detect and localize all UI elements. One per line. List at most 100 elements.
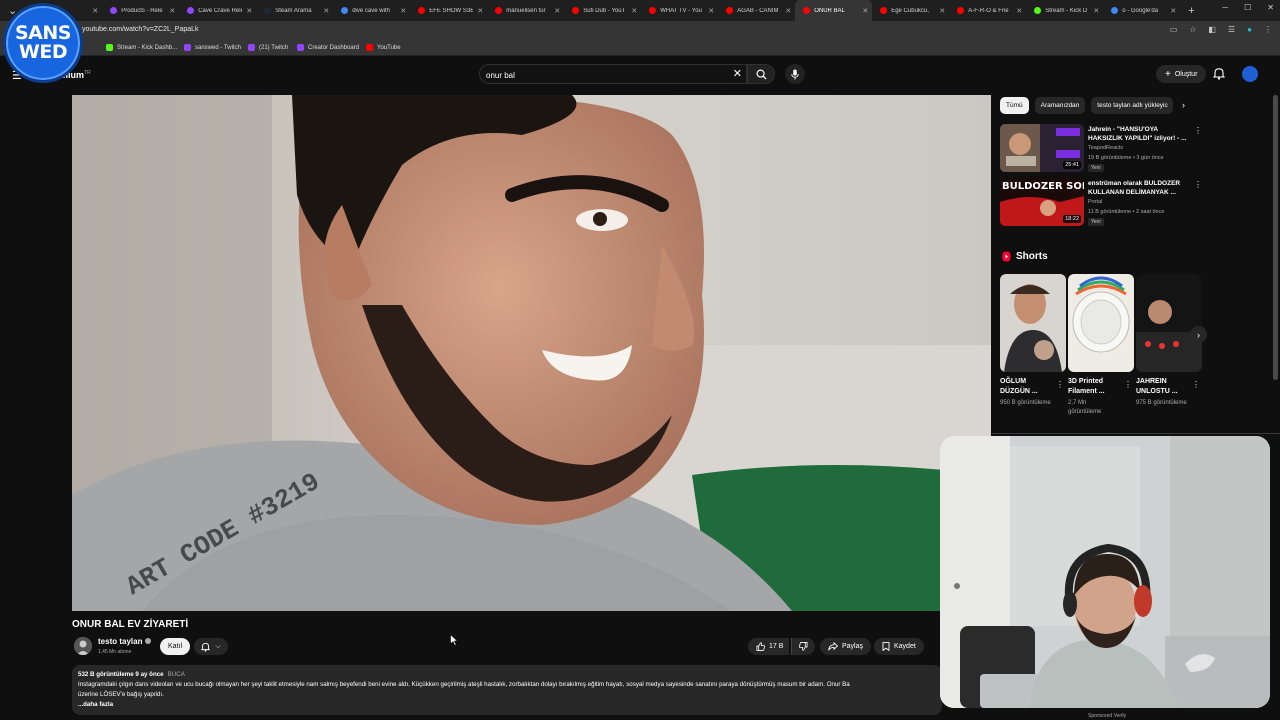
browser-tab[interactable]: EFE SHOW S3E ✕ [410,0,487,21]
clear-search-icon[interactable]: ✕ [733,68,742,80]
browser-tab[interactable]: Cave Crave Rele ✕ [179,0,256,21]
short-item[interactable]: OĞLUM DÜZGÜN ... 950 B görüntüleme ⋮ [1000,274,1066,408]
close-tab-icon[interactable]: ✕ [554,7,560,15]
short-title[interactable]: JAHREIN UNLOSTU ... [1136,377,1188,397]
bookmark-item[interactable]: sanswed - Twitch [184,44,241,51]
close-tab-icon[interactable]: ✕ [1093,7,1099,15]
plus-icon: + [1165,68,1171,80]
close-tab-icon[interactable]: ✕ [323,7,329,15]
close-window-icon[interactable]: ✕ [1267,3,1274,12]
minimize-icon[interactable]: ─ [1222,3,1228,12]
page-scrollbar[interactable] [1273,95,1278,380]
recommended-video[interactable]: BULDOZER SOLO 18:22 enstrüman olarak BUL… [1000,178,1202,228]
new-tab-button[interactable]: + [1180,5,1202,17]
dislike-button[interactable] [791,638,815,655]
short-thumbnail[interactable] [1068,274,1134,372]
video-player[interactable]: ART CODE #3219 [72,95,991,611]
more-actions-icon[interactable]: ⋮ [1194,180,1202,189]
close-tab-icon[interactable]: ✕ [631,7,637,15]
channel-name[interactable]: testo taylan [98,637,152,646]
browser-tab[interactable]: Ege Cubukcu, ✕ [872,0,949,21]
maximize-icon[interactable]: ☐ [1244,3,1251,12]
show-more-link[interactable]: ...daha fazla [78,700,936,710]
more-actions-icon[interactable]: ⋮ [1192,380,1200,389]
chip-from-search[interactable]: Aramanızdan [1034,97,1086,114]
profile-icon[interactable]: ● [1247,25,1252,34]
close-tab-icon[interactable]: ✕ [400,7,406,15]
recommended-channel[interactable]: Portal [1088,199,1102,205]
short-thumbnail[interactable] [1000,274,1066,372]
recommended-title[interactable]: Jahrein - "HANSU'OYA HAKSIZLIK YAPILDI" … [1088,125,1190,143]
browser-tab[interactable]: o - Google'da ✕ [1103,0,1180,21]
account-avatar[interactable] [1242,66,1258,82]
close-tab-icon[interactable]: ✕ [1016,7,1022,15]
search-input[interactable] [480,66,710,85]
bookmark-item[interactable]: YouTube [366,44,401,51]
voice-search-button[interactable] [785,64,805,84]
browser-tab[interactable]: A-F-R-O & Frie ✕ [949,0,1026,21]
close-tab-icon[interactable]: ✕ [246,7,252,15]
sidebar-icon[interactable]: ☰ [1228,25,1235,34]
shorts-next-chevron-icon[interactable]: › [1190,326,1207,343]
description-box[interactable]: 532 B görüntüleme 9 ay önce BUCA Instagra… [72,665,942,715]
close-tab-icon[interactable]: ✕ [1170,7,1176,15]
chip-uploader[interactable]: testo taylan adlı yükleyic [1091,97,1174,114]
close-tab-icon[interactable]: ✕ [785,7,791,15]
close-tab-icon[interactable]: ✕ [708,7,714,15]
close-tab-icon[interactable]: ✕ [862,7,868,15]
bookmark-item[interactable]: (21) Twitch [248,44,288,51]
chip-all[interactable]: Tümü [1000,97,1029,114]
short-thumbnail-image [1068,274,1134,372]
short-item[interactable]: 3D Printed Filament ... 2,7 Mn görüntüle… [1068,274,1134,417]
close-tab-icon[interactable]: ✕ [477,7,483,15]
shorts-section-title: Shorts [1002,251,1048,262]
search-icon [756,69,767,80]
bookmark-label: sanswed - Twitch [195,44,241,51]
cast-icon[interactable]: ▭ [1170,25,1178,34]
video-thumbnail[interactable]: BULDOZER SOLO 18:22 [1000,178,1084,226]
extensions-icon[interactable]: ◧ [1208,25,1216,34]
bookmark-item[interactable]: Creator Dashboard [297,44,359,51]
create-button[interactable]: + Oluştur [1156,65,1207,83]
tab-favicon-icon [187,7,195,14]
subscribed-notifications-button[interactable]: ⌵ [194,638,228,655]
browser-tab[interactable]: Products - Rele ✕ [102,0,179,21]
browser-tab[interactable]: Sufi Dub - YouT ✕ [564,0,641,21]
more-actions-icon[interactable]: ⋮ [1194,126,1202,135]
video-thumbnail[interactable]: 25:41 [1000,124,1084,172]
recommended-channel[interactable]: TeapodReacts [1088,145,1123,151]
notifications-bell-icon[interactable] [1213,67,1225,80]
search-button[interactable] [747,64,775,84]
url-field[interactable]: youtube.com/watch?v=ZC2L_PapaLk [82,26,199,33]
close-tab-icon[interactable]: ✕ [939,7,945,15]
recommended-video[interactable]: 25:41 Jahrein - "HANSU'OYA HAKSIZLIK YAP… [1000,124,1202,174]
browser-tab[interactable]: dive cave with ✕ [333,0,410,21]
browser-tab[interactable]: Steam Arama ✕ [256,0,333,21]
bookmark-star-icon[interactable]: ☆ [1189,25,1196,34]
tab-label: Cave Crave Rele [198,7,243,14]
share-button[interactable]: Paylaş [820,638,872,655]
browser-tab[interactable]: Stream - Kick D ✕ [1026,0,1103,21]
tab-favicon-icon [110,7,118,14]
short-title[interactable]: 3D Printed Filament ... [1068,377,1120,397]
recommended-title[interactable]: enstrüman olarak BULDOZER KULLANAN DELİM… [1088,179,1190,197]
browser-tab[interactable]: ONUR BAL ✕ [795,0,873,21]
channel-avatar[interactable] [74,637,92,655]
more-actions-icon[interactable]: ⋮ [1124,380,1132,389]
short-thumbnail[interactable] [1136,274,1202,372]
bookmark-item[interactable]: Stream - Kick Dashb... [106,44,177,51]
browser-tab[interactable]: AGAB - CANIM ✕ [718,0,795,21]
join-button[interactable]: Katıl [160,638,191,655]
browser-tab[interactable]: manuelisen tur ✕ [487,0,564,21]
chips-next-chevron-icon[interactable]: › [1182,100,1185,110]
more-actions-icon[interactable]: ⋮ [1056,380,1064,389]
location-tag[interactable]: BUCA [168,671,185,678]
like-button[interactable]: 17 B [748,638,790,655]
browser-tab[interactable]: WHAT TV - You ✕ [641,0,718,21]
short-title[interactable]: OĞLUM DÜZGÜN ... [1000,377,1052,397]
tab-favicon-icon [1111,7,1119,14]
close-tab-icon[interactable]: ✕ [92,7,98,15]
close-tab-icon[interactable]: ✕ [169,7,175,15]
save-button[interactable]: Kaydet [874,638,924,655]
browser-menu-icon[interactable]: ⋮ [1264,25,1272,34]
